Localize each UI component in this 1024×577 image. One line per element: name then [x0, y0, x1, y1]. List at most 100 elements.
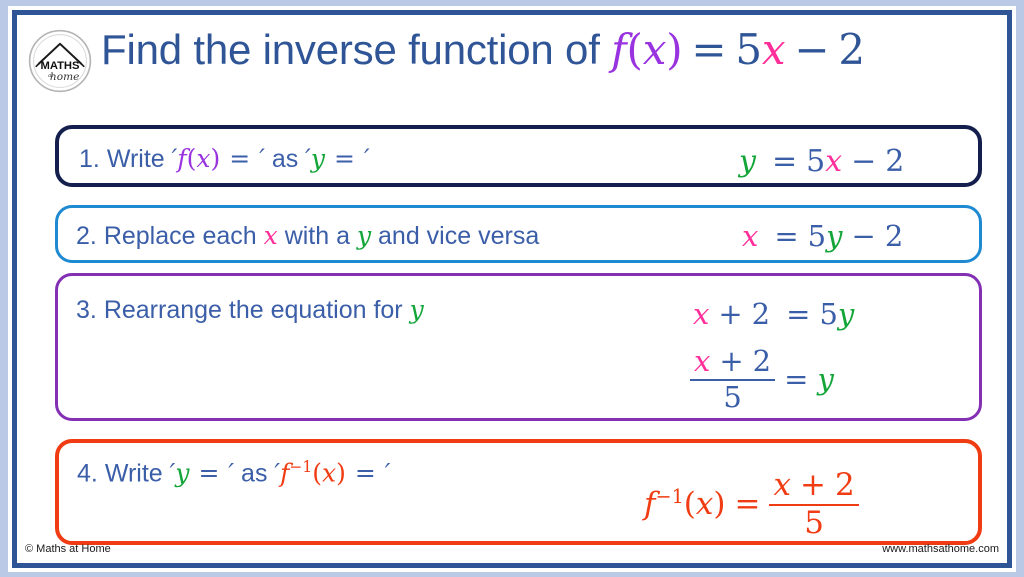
step-4-write-text: Write — [104, 459, 170, 488]
step-3b-num-var: x — [694, 344, 711, 378]
step-box-1: 1. Write ′f(x) = ′ as ′y = ′ y = 5x −2 — [55, 125, 982, 187]
step-4-eq-equals: = — [734, 486, 761, 523]
title-function-f: f — [611, 25, 627, 74]
slide-outer-background: MATHS at home Find the inverse function … — [8, 6, 1016, 572]
step-4-equals-1: = — [198, 458, 220, 488]
step-3b-numerator: x +2 — [690, 346, 775, 377]
step-1-var-y: y — [310, 144, 325, 173]
step-2-var-y: y — [356, 221, 372, 250]
title-variable-x: x — [642, 25, 667, 74]
footer-copyright: © Maths at Home — [25, 543, 111, 555]
logo-maths-text: MATHS — [40, 60, 80, 72]
footer: © Maths at Home www.mathsathome.com — [17, 539, 1007, 563]
title-constant: 2 — [838, 25, 865, 74]
step-4-eq-paren-open: ( — [683, 486, 696, 523]
step-3a-variable: x — [693, 297, 710, 331]
step-1-number: 1. — [79, 145, 100, 173]
page-title: Find the inverse function of f(x) = 5x −2 — [101, 25, 865, 74]
step-3-equation-a: x +2 = 5y — [693, 300, 854, 330]
step-4-label-f: f — [280, 458, 290, 488]
step-3b-num-plus: + — [719, 344, 744, 378]
step-4-number: 4. — [77, 459, 98, 488]
title-paren-open: ( — [626, 25, 643, 74]
step-1-eq-minus: − — [851, 144, 877, 179]
step-3b-equals: = — [784, 362, 809, 397]
step-4-num-var: x — [773, 467, 791, 503]
step-2-number: 2. — [76, 222, 97, 250]
step-3b-denominator: 5 — [723, 380, 742, 415]
step-4-num-plus: + — [799, 467, 826, 503]
step-3a-equals: = — [786, 297, 811, 331]
step-2-text-part1: Replace each — [103, 222, 264, 250]
title-equals-sign: = — [691, 25, 727, 74]
step-4-num-const: 2 — [834, 467, 855, 503]
title-minus-sign: − — [794, 25, 830, 74]
step-4-numerator: x +2 — [769, 469, 858, 502]
step-box-2: 2. Replace each x with a y and vice vers… — [55, 205, 982, 263]
step-2-text-part2: with a — [277, 222, 357, 250]
slide-frame: MATHS at home Find the inverse function … — [12, 10, 1012, 568]
step-1-equals-1: = — [229, 144, 251, 173]
step-2-text-part3: and vice versa — [371, 222, 540, 250]
step-4-equation: f−1(x) = x +2 5 — [644, 469, 859, 541]
step-box-3: 3. Rearrange the equation for y x +2 = 5y x… — [55, 273, 982, 421]
step-3-label: 3. Rearrange the equation for y — [76, 297, 424, 323]
title-coefficient: 5 — [735, 25, 762, 74]
step-4-label-inverse-exponent: −1 — [289, 458, 313, 476]
step-3b-num-const: 2 — [752, 344, 772, 378]
step-4-eq-paren-close: ) — [713, 486, 726, 523]
step-4-label: 4. Write ′y = ′ as ′f−1(x) = ′ — [77, 458, 391, 488]
step-2-eq-equals: = — [774, 219, 799, 253]
step-2-eq-coefficient: 5 — [807, 219, 827, 253]
step-1-quote-close-2: ′ — [363, 144, 370, 173]
title-paren-close: ) — [666, 25, 683, 74]
step-1-fx-f: f — [177, 144, 187, 173]
step-2-label: 2. Replace each x with a y and vice vers… — [76, 223, 539, 249]
step-1-eq-lhs: y — [739, 144, 756, 179]
step-1-fx-paren-close: ) — [210, 144, 221, 173]
step-4-label-paren-close: ) — [336, 458, 346, 488]
step-3-text-part1: Rearrange the equation for — [103, 296, 410, 324]
step-1-label: 1. Write ′f(x) = ′ as ′y = ′ — [79, 146, 370, 172]
step-4-quote-close-2: ′ — [384, 458, 391, 488]
step-1-write-text: Write — [106, 145, 172, 173]
title-prefix-text: Find the inverse function of — [101, 26, 612, 73]
step-4-as-text: as — [234, 459, 275, 488]
step-4-eq-f: f — [644, 486, 656, 523]
step-3a-rhs: y — [837, 297, 855, 331]
step-1-eq-coefficient: 5 — [806, 144, 826, 179]
step-4-fraction: x +2 5 — [769, 469, 859, 541]
step-3a-constant: 2 — [751, 297, 771, 331]
logo-home-text: home — [50, 71, 79, 83]
step-4-equals-2: = — [354, 458, 376, 488]
footer-website: www.mathsathome.com — [882, 543, 999, 555]
title-variable-x2: x — [761, 25, 786, 74]
step-4-eq-variable: x — [695, 486, 714, 523]
step-4-label-var: x — [321, 458, 337, 488]
maths-at-home-logo-icon: MATHS at home — [28, 29, 92, 93]
step-3-equation-b: x +2 5 = y — [690, 346, 834, 415]
step-1-eq-variable: x — [825, 144, 843, 179]
step-box-4: 4. Write ′y = ′ as ′f−1(x) = ′ f−1(x) = x +2 5 — [55, 439, 982, 545]
step-4-var-y: y — [175, 458, 190, 488]
step-2-equation: x = 5y −2 — [742, 222, 903, 252]
step-3b-fraction: x +2 5 — [690, 346, 776, 415]
step-2-eq-variable: y — [826, 219, 843, 253]
step-3-var-y: y — [409, 295, 424, 324]
step-3b-rhs: y — [817, 362, 834, 397]
step-2-eq-lhs: x — [742, 219, 759, 253]
step-1-fx-var: x — [196, 144, 211, 173]
step-3-number: 3. — [76, 296, 97, 324]
step-1-equals-2: = — [333, 144, 355, 173]
step-1-fx-paren-open: ( — [186, 144, 197, 173]
step-3a-coefficient: 5 — [819, 297, 838, 331]
step-1-equation: y = 5x −2 — [739, 147, 904, 177]
step-2-eq-constant: 2 — [884, 219, 904, 253]
step-1-eq-constant: 2 — [885, 144, 905, 179]
step-4-denominator: 5 — [804, 504, 824, 541]
header: MATHS at home Find the inverse function … — [17, 15, 1007, 107]
step-4-eq-inverse-exponent: −1 — [655, 484, 684, 508]
step-4-label-paren-open: ( — [312, 458, 322, 488]
step-1-as-text: as — [264, 145, 306, 173]
step-3a-plus: + — [718, 297, 743, 331]
